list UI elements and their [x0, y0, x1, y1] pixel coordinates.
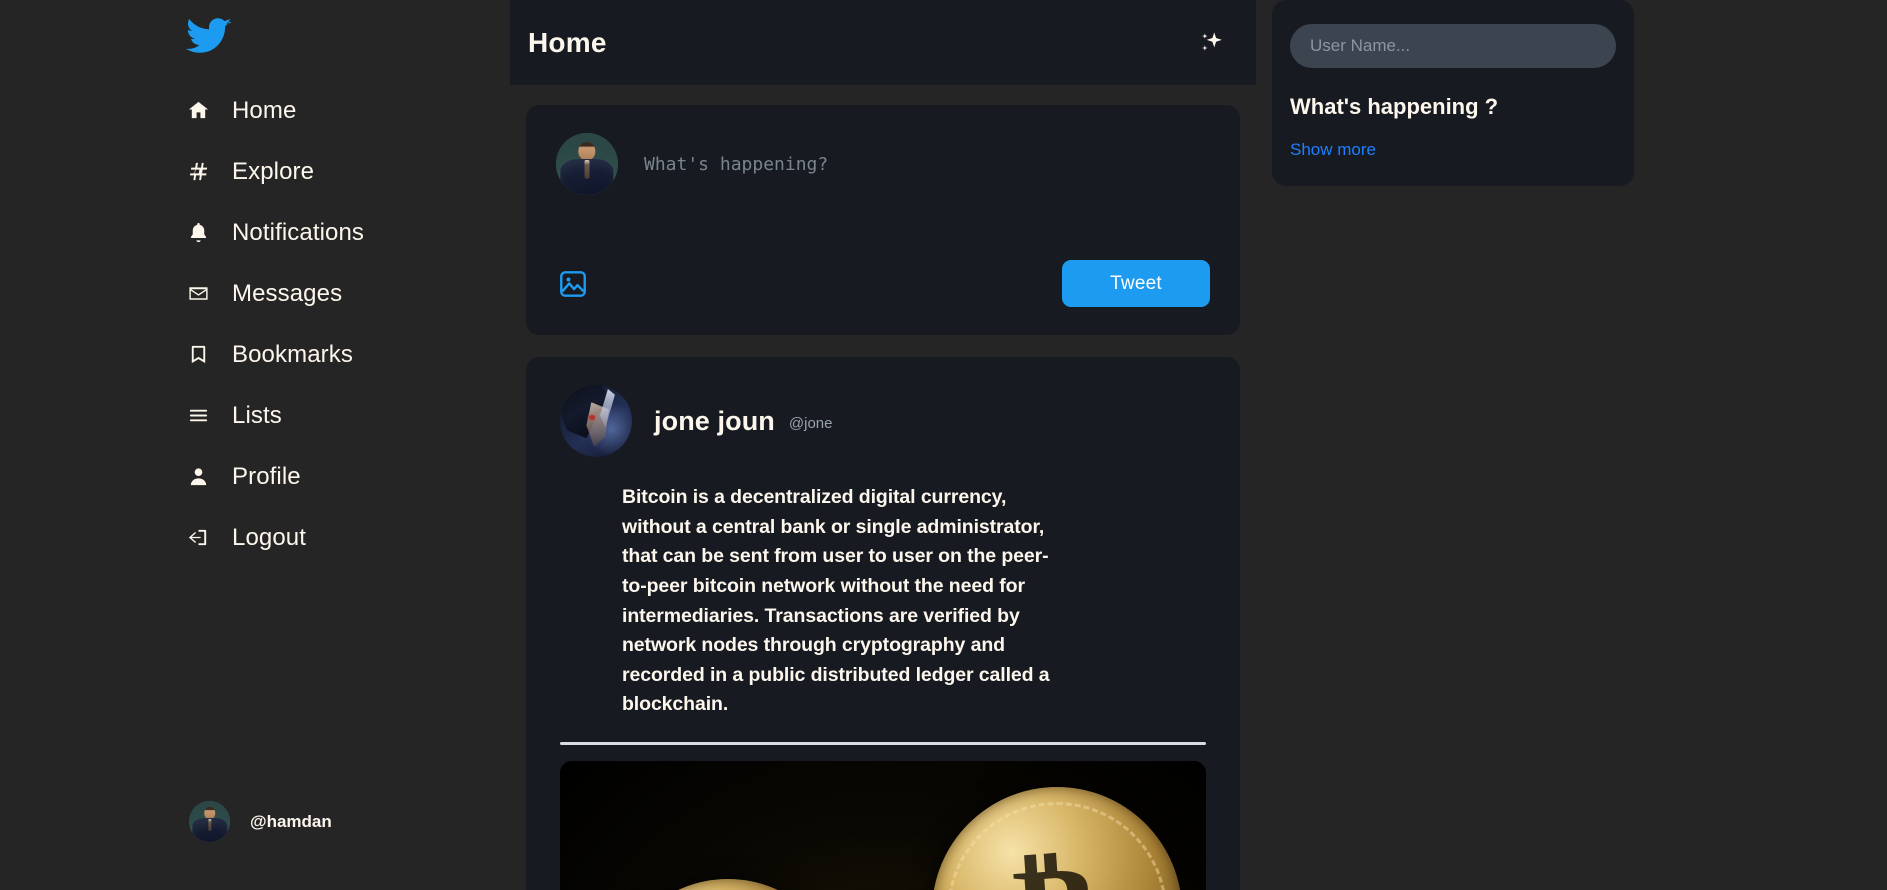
bell-icon [186, 221, 210, 245]
sidebar-user-profile[interactable]: @hamdan [189, 801, 332, 842]
sidebar-item-profile[interactable]: Profile [186, 446, 486, 507]
composer-actions: Tweet [556, 260, 1210, 307]
main-column: Home What's happening? Tweet jone joun @… [510, 0, 1256, 890]
tweet-text: Bitcoin is a decentralized digital curre… [622, 486, 1050, 716]
tweet-author-name[interactable]: jone joun [654, 406, 775, 436]
tweet-header: jone joun @jone [560, 385, 1206, 457]
avatar [556, 133, 618, 195]
page-title: Home [528, 26, 607, 58]
sparkles-icon[interactable] [1194, 26, 1228, 60]
sidebar-item-lists[interactable]: Lists [186, 385, 486, 446]
sidebar-item-label: Logout [232, 523, 307, 551]
envelope-icon [186, 282, 210, 306]
bitcoin-coins-photo: ₿ ₿ ₿ ₿ [560, 761, 1206, 890]
tweet-submit-button[interactable]: Tweet [1062, 260, 1210, 307]
sidebar-item-messages[interactable]: Messages [186, 263, 486, 324]
tweet-composer: Tweet [526, 105, 1240, 335]
list-icon [186, 404, 210, 428]
left-sidebar: Home Explore Notifications Messages Book… [0, 0, 510, 890]
sidebar-item-label: Home [232, 96, 297, 124]
sidebar-item-logout[interactable]: Logout [186, 507, 486, 568]
twitter-logo[interactable] [185, 12, 233, 60]
person-icon [186, 465, 210, 489]
tweet-author-handle[interactable]: @jone [789, 415, 833, 432]
avatar[interactable] [560, 385, 632, 457]
app-root: Home Explore Notifications Messages Book… [0, 0, 1887, 890]
sidebar-item-label: Explore [232, 157, 315, 185]
twitter-bird-icon [186, 13, 232, 59]
sidebar-nav: Home Explore Notifications Messages Book… [186, 80, 486, 568]
trends-widget: What's happening ? Show more [1272, 0, 1634, 186]
composer-row [556, 133, 1210, 195]
logout-icon [186, 526, 210, 550]
sidebar-user-handle: @hamdan [250, 811, 332, 831]
sidebar-item-label: Notifications [232, 218, 365, 246]
sidebar-item-home[interactable]: Home [186, 80, 486, 141]
hash-icon [186, 160, 210, 184]
sidebar-item-label: Lists [232, 401, 282, 429]
home-icon [186, 99, 210, 123]
tweet-text-input[interactable] [644, 149, 1210, 179]
sidebar-item-label: Messages [232, 279, 343, 307]
sidebar-item-notifications[interactable]: Notifications [186, 202, 486, 263]
search-input[interactable] [1290, 24, 1616, 68]
trends-title: What's happening ? [1290, 94, 1499, 119]
tweet-identity: jone joun @jone [654, 406, 832, 437]
bookmark-icon [186, 343, 210, 367]
sidebar-item-explore[interactable]: Explore [186, 141, 486, 202]
sidebar-item-label: Bookmarks [232, 340, 353, 368]
right-sidebar: What's happening ? Show more [1256, 0, 1887, 890]
image-icon[interactable] [556, 267, 590, 301]
avatar [189, 801, 230, 842]
show-more-link[interactable]: Show more [1290, 140, 1376, 160]
sidebar-item-label: Profile [232, 462, 301, 490]
tweet-post: jone joun @jone Bitcoin is a decentralize… [526, 357, 1240, 890]
tweet-media-image[interactable]: ₿ ₿ ₿ ₿ [560, 761, 1206, 890]
tweet-divider [560, 742, 1206, 745]
page-header: Home [510, 0, 1256, 85]
sidebar-item-bookmarks[interactable]: Bookmarks [186, 324, 486, 385]
